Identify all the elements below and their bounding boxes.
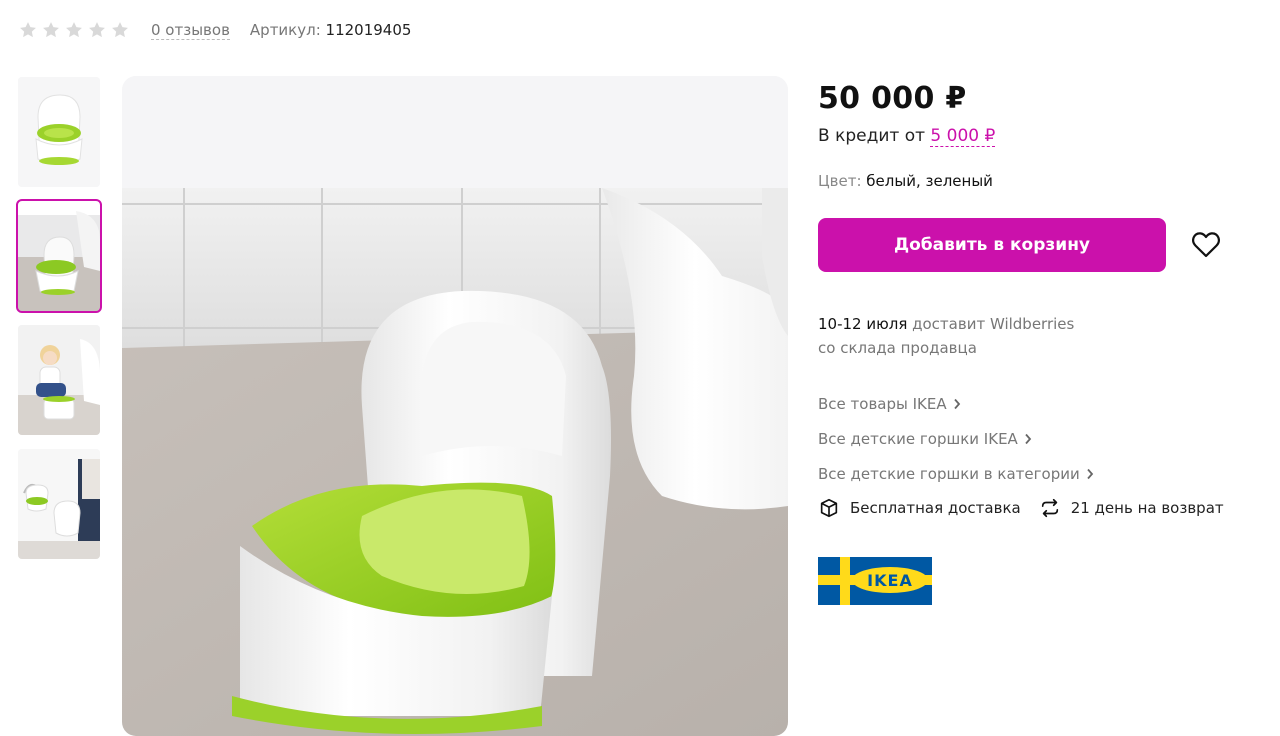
main-product-image[interactable] (122, 76, 788, 736)
buy-row: Добавить в корзину (818, 218, 1258, 272)
favorite-button[interactable] (1188, 227, 1224, 263)
reviews-link[interactable]: 0 отзывов (151, 21, 230, 40)
delivery-by: доставит Wildberries (912, 315, 1075, 333)
thumbnail-4[interactable] (18, 449, 100, 559)
returns-label: 21 день на возврат (1070, 499, 1224, 517)
chevron-right-icon (1087, 468, 1093, 480)
ikea-logo-icon: IKEA (818, 557, 932, 605)
link-label: Все товары IKEA (818, 395, 947, 413)
link-all-potties-in-category[interactable]: Все детские горшки в категории (818, 462, 1258, 486)
add-to-cart-button[interactable]: Добавить в корзину (818, 218, 1166, 272)
star-icon (43, 22, 59, 38)
product-info-panel: 50 000 ₽ В кредит от 5 000 ₽ Цвет: белый… (818, 80, 1258, 605)
potty-thumbnail-image (18, 77, 100, 187)
potty-main-image (122, 76, 788, 736)
link-label: Все детские горшки в категории (818, 465, 1080, 483)
credit-amount-link[interactable]: 5 000 ₽ (930, 126, 996, 147)
return-arrows-icon (1041, 498, 1058, 518)
box-icon (820, 498, 838, 518)
price: 50 000 ₽ (818, 81, 967, 116)
credit-prefix: В кредит от (818, 126, 925, 146)
chevron-right-icon (1025, 433, 1032, 445)
delivery-info: 10-12 июля доставит Wildberries со склад… (818, 312, 1258, 360)
color-label: Цвет: (818, 172, 862, 190)
star-icon (112, 22, 128, 38)
thumbnail-1[interactable] (18, 77, 100, 187)
chevron-right-icon (953, 398, 960, 410)
ikea-logo-text: IKEA (867, 571, 913, 590)
link-label: Все детские горшки IKEA (818, 430, 1018, 448)
thumbnail-list (16, 77, 102, 573)
thumbnail-2[interactable] (16, 199, 102, 313)
sku-value: 112019405 (325, 21, 412, 39)
free-delivery-feature: Бесплатная доставка (818, 497, 1021, 519)
link-all-ikea-products[interactable]: Все товары IKEA (818, 392, 1258, 416)
returns-feature: 21 день на возврат (1039, 497, 1224, 519)
free-delivery-label: Бесплатная доставка (850, 499, 1021, 517)
sku-label: Артикул: (249, 21, 321, 39)
credit-info: В кредит от 5 000 ₽ (818, 126, 1258, 147)
child-on-potty-thumbnail-image (18, 325, 100, 435)
star-icon (66, 22, 82, 38)
thumbnail-3[interactable] (18, 325, 100, 435)
delivery-source: со склада продавца (818, 339, 977, 357)
star-icon (20, 22, 36, 38)
color-value: белый, зеленый (866, 172, 993, 190)
brand-logo-ikea[interactable]: IKEA (818, 557, 932, 605)
heart-icon (1192, 232, 1220, 258)
delivery-date: 10-12 июля (818, 315, 908, 333)
star-icon (89, 22, 105, 38)
rating-stars (18, 20, 130, 40)
sku: Артикул: 112019405 (250, 21, 412, 39)
potty-in-use-thumbnail-image (18, 449, 100, 559)
potty-thumbnail-image (18, 201, 100, 311)
link-all-ikea-potties[interactable]: Все детские горшки IKEA (818, 427, 1258, 451)
brand-links: Все товары IKEA Все детские горшки IKEA … (818, 392, 1258, 486)
rating-row: 0 отзывов Артикул: 112019405 (18, 18, 411, 42)
features-row: Бесплатная доставка 21 день на возврат (818, 497, 1258, 519)
color-row: Цвет: белый, зеленый (818, 172, 1258, 190)
